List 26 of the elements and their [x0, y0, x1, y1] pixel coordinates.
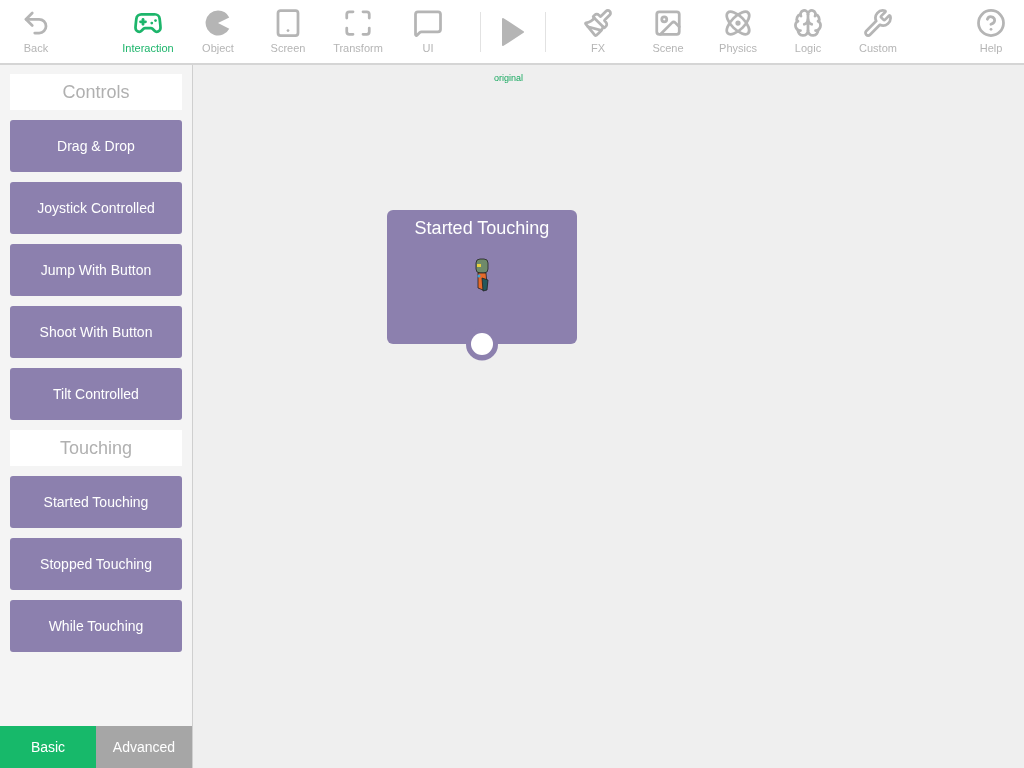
- toolbar-tab[interactable]: Custom: [843, 0, 913, 63]
- behavior-block[interactable]: While Touching: [10, 600, 182, 652]
- behavior-block[interactable]: Shoot With Button: [10, 306, 182, 358]
- section-header: Controls: [10, 74, 182, 110]
- behavior-block[interactable]: Drag & Drop: [10, 120, 182, 172]
- behavior-block[interactable]: Stopped Touching: [10, 538, 182, 590]
- behavior-block[interactable]: Started Touching: [10, 476, 182, 528]
- behavior-block[interactable]: Tilt Controlled: [10, 368, 182, 420]
- toolbar-tab[interactable]: Object: [183, 0, 253, 63]
- toolbar-tab[interactable]: Interaction: [113, 0, 183, 63]
- toolbar-tab[interactable]: Physics: [703, 0, 773, 63]
- toolbar-tab[interactable]: UI: [393, 0, 463, 63]
- toolbar-tab[interactable]: Scene: [633, 0, 703, 63]
- behavior-block[interactable]: Joystick Controlled: [10, 182, 182, 234]
- section-header: Touching: [10, 430, 182, 466]
- panel-tab[interactable]: Advanced: [96, 726, 192, 768]
- toolbar-tab[interactable]: Logic: [773, 0, 843, 63]
- behavior-block[interactable]: Jump With Button: [10, 244, 182, 296]
- toolbar-tab[interactable]: FX: [563, 0, 633, 63]
- toolbar-tab[interactable]: Transform: [323, 0, 393, 63]
- object-label: original: [494, 72, 524, 85]
- toolbar-tab[interactable]: Screen: [253, 0, 323, 63]
- panel-tab[interactable]: Basic: [0, 726, 96, 768]
- node-title: Started Touching: [414, 217, 550, 240]
- toolbar-tab[interactable]: Help: [958, 0, 1024, 63]
- toolbar-tab[interactable]: Back: [0, 0, 72, 63]
